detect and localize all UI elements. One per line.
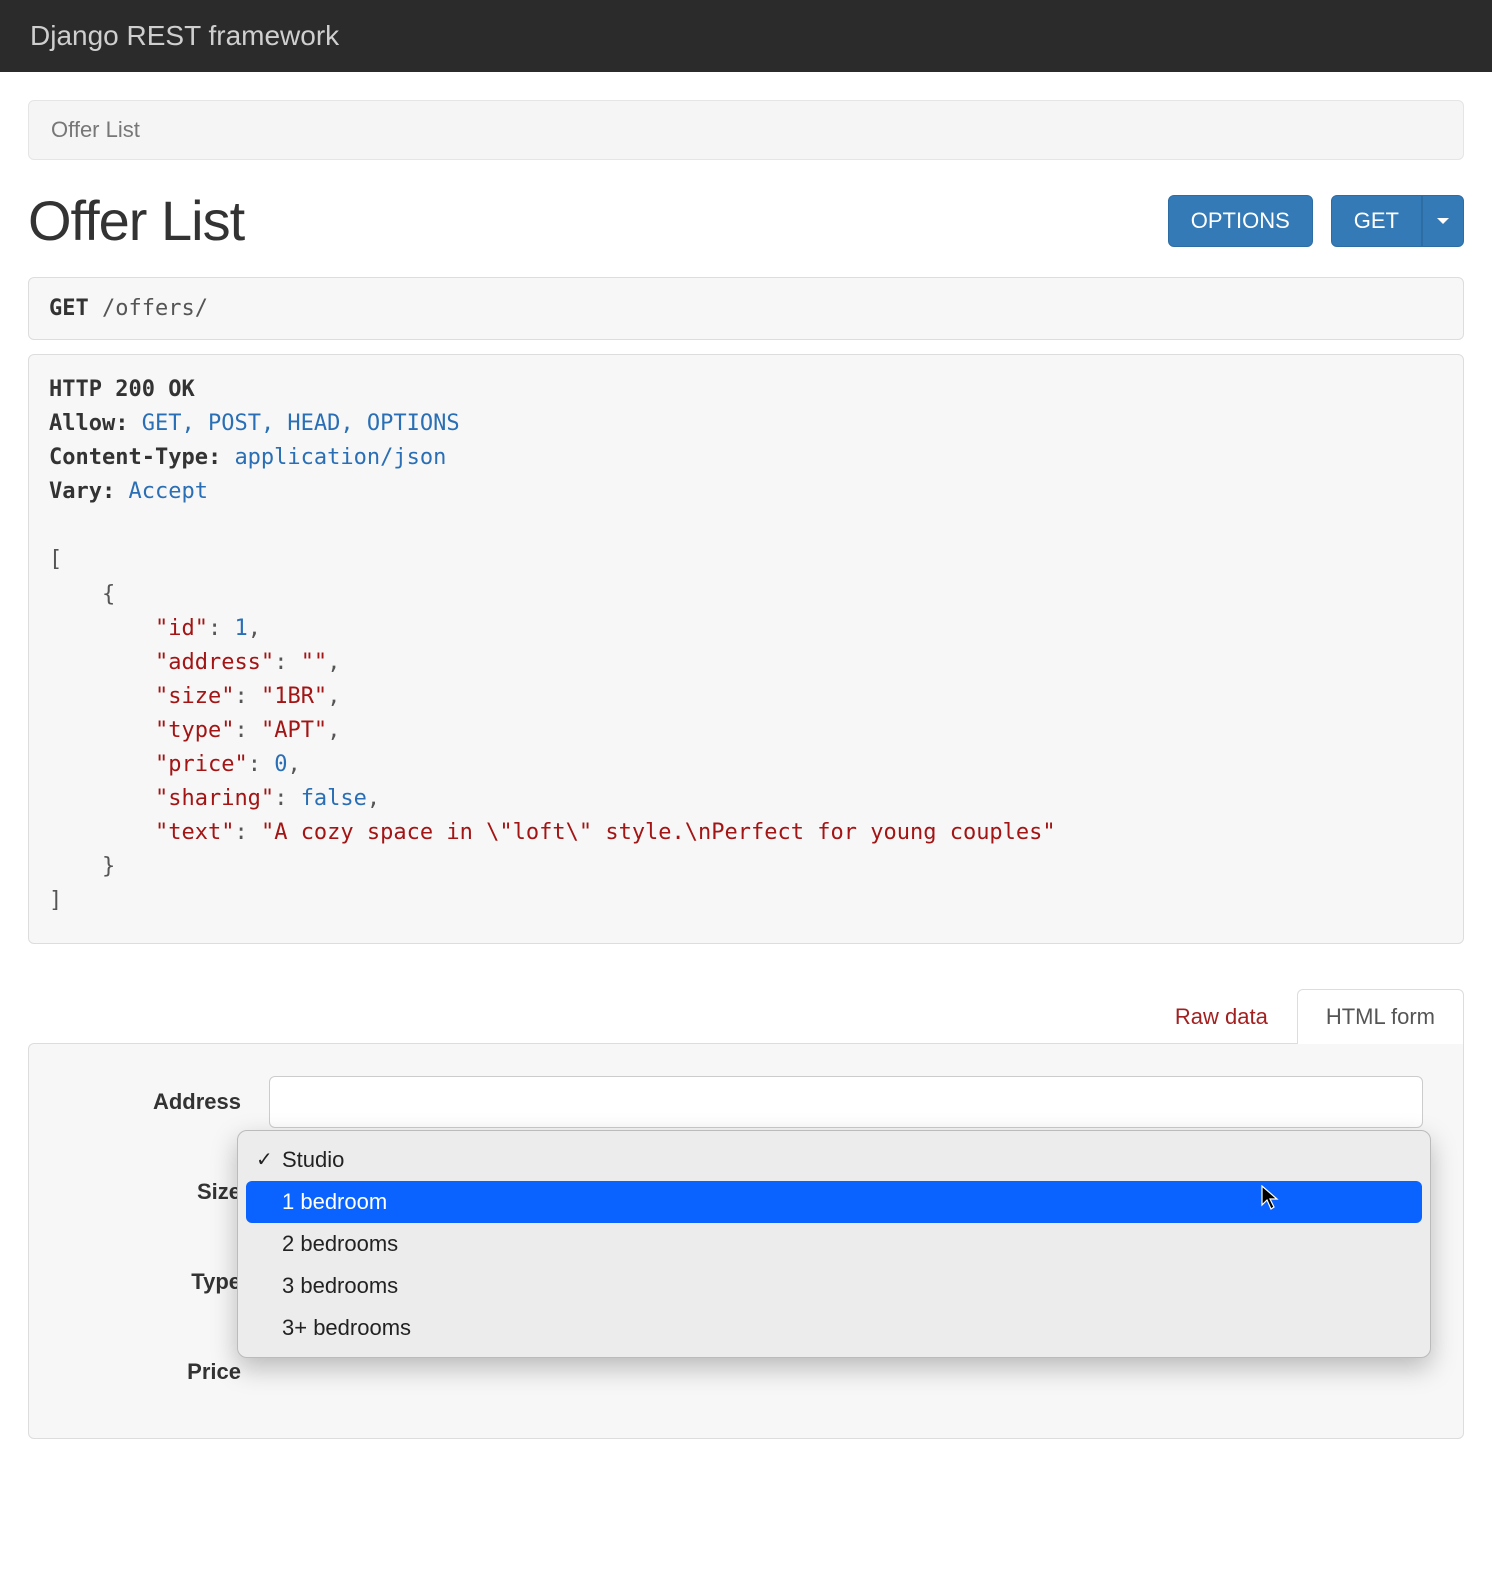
request-method: GET: [49, 296, 89, 321]
json-sharing-key: "sharing": [155, 786, 274, 811]
size-dropdown: Studio1 bedroom2 bedrooms3 bedrooms3+ be…: [237, 1130, 1431, 1358]
main-container: Offer List Offer List OPTIONS GET GET /o…: [0, 100, 1492, 1479]
tab-html-form[interactable]: HTML form: [1297, 989, 1464, 1044]
vary-header-value: Accept: [128, 479, 207, 504]
page-title: Offer List: [28, 188, 244, 253]
json-id-val: 1: [234, 616, 247, 641]
cursor-icon: [1260, 1185, 1282, 1219]
json-address-val: "": [301, 650, 328, 675]
breadcrumb-current: Offer List: [51, 117, 140, 142]
price-label: Price: [69, 1359, 269, 1385]
address-input[interactable]: [269, 1076, 1423, 1128]
get-button-group: GET: [1331, 195, 1464, 247]
json-type-key: "type": [155, 718, 234, 743]
navbar: Django REST framework: [0, 0, 1492, 72]
json-price-val: 0: [274, 752, 287, 777]
breadcrumb: Offer List: [28, 100, 1464, 160]
form-row-address: Address: [69, 1076, 1423, 1128]
form-tabs: Raw data HTML form: [28, 988, 1464, 1043]
size-option[interactable]: 3+ bedrooms: [246, 1307, 1422, 1349]
request-line: GET /offers/: [29, 278, 1463, 339]
json-text-val: "A cozy space in \"loft\" style.\nPerfec…: [261, 820, 1056, 845]
tab-raw-data[interactable]: Raw data: [1146, 989, 1297, 1044]
ctype-header-value: application/json: [234, 445, 446, 470]
json-price-key: "price": [155, 752, 248, 777]
json-address-key: "address": [155, 650, 274, 675]
json-sharing-val: false: [301, 786, 367, 811]
json-size-val: "1BR": [261, 684, 327, 709]
allow-header-value: GET, POST, HEAD, OPTIONS: [142, 411, 460, 436]
size-option[interactable]: 3 bedrooms: [246, 1265, 1422, 1307]
get-dropdown-toggle[interactable]: [1422, 195, 1464, 247]
brand-link[interactable]: Django REST framework: [30, 20, 339, 51]
status-line: HTTP 200 OK: [49, 377, 195, 402]
ctype-header-name: Content-Type:: [49, 445, 221, 470]
address-label: Address: [69, 1089, 269, 1115]
header-row: Offer List OPTIONS GET: [28, 188, 1464, 253]
caret-down-icon: [1437, 218, 1449, 224]
action-buttons: OPTIONS GET: [1168, 195, 1464, 247]
get-button[interactable]: GET: [1331, 195, 1422, 247]
request-panel: GET /offers/: [28, 277, 1464, 340]
json-size-key: "size": [155, 684, 234, 709]
size-option[interactable]: 1 bedroom: [246, 1181, 1422, 1223]
response-panel: HTTP 200 OK Allow: GET, POST, HEAD, OPTI…: [28, 354, 1464, 944]
size-option[interactable]: 2 bedrooms: [246, 1223, 1422, 1265]
vary-header-name: Vary:: [49, 479, 115, 504]
json-id-key: "id": [155, 616, 208, 641]
json-text-key: "text": [155, 820, 234, 845]
response-body: HTTP 200 OK Allow: GET, POST, HEAD, OPTI…: [29, 355, 1463, 943]
size-option[interactable]: Studio: [246, 1139, 1422, 1181]
form-row-size: Size Studio1 bedroom2 bedrooms3 bedrooms…: [69, 1166, 1423, 1218]
form-panel: Address Size Studio1 bedroom2 bedrooms3 …: [28, 1043, 1464, 1439]
json-type-val: "APT": [261, 718, 327, 743]
request-path: /offers/: [102, 296, 208, 321]
options-button[interactable]: OPTIONS: [1168, 195, 1313, 247]
allow-header-name: Allow:: [49, 411, 128, 436]
